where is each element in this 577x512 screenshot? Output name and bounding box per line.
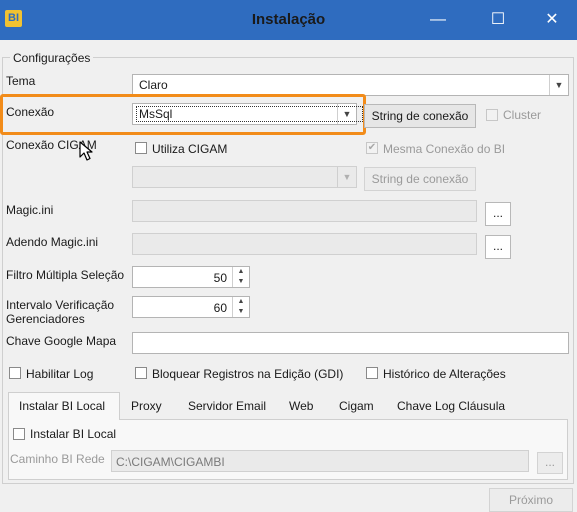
mesma-conexao-label: Mesma Conexão do BI bbox=[383, 142, 506, 156]
spin-down-icon[interactable]: ▼ bbox=[233, 307, 249, 317]
chevron-down-icon[interactable]: ▼ bbox=[549, 75, 568, 95]
instalar-bi-local-checkbox[interactable] bbox=[13, 428, 25, 440]
maximize-button[interactable]: ☐ bbox=[478, 6, 518, 34]
cluster-checkbox[interactable] bbox=[486, 109, 498, 121]
caminho-bi-rede-field[interactable]: C:\CIGAM\CIGAMBI bbox=[111, 450, 529, 472]
conexao-cigam-string-button[interactable]: String de conexão bbox=[364, 167, 476, 191]
next-button[interactable]: Próximo bbox=[489, 488, 573, 512]
conexao-label: Conexão bbox=[6, 105, 55, 119]
tab-web[interactable]: Web bbox=[289, 399, 313, 413]
habilitar-log-label: Habilitar Log bbox=[26, 367, 94, 381]
filtro-spinbox[interactable]: 50 ▲ ▼ bbox=[132, 266, 250, 288]
tema-combobox[interactable]: Claro ▼ bbox=[132, 74, 569, 96]
intervalo-spinbox[interactable]: 60 ▲ ▼ bbox=[132, 296, 250, 318]
tab-cigam[interactable]: Cigam bbox=[339, 399, 374, 413]
cluster-label: Cluster bbox=[503, 108, 542, 122]
filtro-value: 50 bbox=[213, 271, 227, 285]
close-button[interactable]: ✕ bbox=[532, 6, 572, 34]
chevron-down-icon[interactable]: ▼ bbox=[337, 167, 356, 187]
bloquear-registros-checkbox[interactable] bbox=[135, 367, 147, 379]
tema-label: Tema bbox=[6, 74, 36, 88]
chave-google-field[interactable] bbox=[132, 332, 569, 354]
tab-proxy[interactable]: Proxy bbox=[131, 399, 162, 413]
adendo-magic-field[interactable] bbox=[132, 233, 477, 255]
spin-up-icon[interactable]: ▲ bbox=[233, 267, 249, 277]
bloquear-registros-label: Bloquear Registros na Edição (GDI) bbox=[152, 367, 344, 381]
minimize-button[interactable]: — bbox=[418, 6, 458, 34]
spin-up-icon[interactable]: ▲ bbox=[233, 297, 249, 307]
mesma-conexao-checkbox[interactable]: ✔ bbox=[366, 142, 378, 154]
filtro-label: Filtro Múltipla Seleção bbox=[6, 268, 125, 282]
habilitar-log-checkbox[interactable] bbox=[9, 367, 21, 379]
conexao-value: MsSql bbox=[136, 106, 364, 122]
chave-google-label: Chave Google Mapa bbox=[6, 334, 117, 348]
conexao-combobox[interactable]: MsSql ▼ bbox=[132, 103, 364, 125]
tab-instalar-bi-local[interactable]: Instalar BI Local bbox=[19, 399, 105, 413]
magic-ini-label: Magic.ini bbox=[6, 203, 54, 217]
utiliza-cigam-label: Utiliza CIGAM bbox=[152, 142, 228, 156]
tab-servidor-email[interactable]: Servidor Email bbox=[188, 399, 266, 413]
historico-checkbox[interactable] bbox=[366, 367, 378, 379]
instalar-bi-local-label: Instalar BI Local bbox=[30, 427, 117, 441]
magic-ini-browse-button[interactable]: ... bbox=[485, 202, 511, 226]
intervalo-spin-buttons[interactable]: ▲ ▼ bbox=[232, 297, 249, 317]
magic-ini-field[interactable] bbox=[132, 200, 477, 222]
historico-label: Histórico de Alterações bbox=[383, 367, 506, 381]
adendo-magic-browse-button[interactable]: ... bbox=[485, 235, 511, 259]
group-legend: Configurações bbox=[10, 51, 94, 65]
mouse-cursor-icon bbox=[79, 141, 93, 161]
filtro-spin-buttons[interactable]: ▲ ▼ bbox=[232, 267, 249, 287]
chevron-down-icon[interactable]: ▼ bbox=[337, 104, 356, 124]
spin-down-icon[interactable]: ▼ bbox=[233, 277, 249, 287]
adendo-magic-label: Adendo Magic.ini bbox=[6, 235, 99, 249]
caminho-browse-button[interactable]: ... bbox=[537, 452, 563, 474]
tema-value: Claro bbox=[139, 78, 168, 92]
conexao-string-button[interactable]: String de conexão bbox=[364, 104, 476, 128]
caminho-bi-rede-label: Caminho BI Rede bbox=[10, 452, 105, 466]
utiliza-cigam-checkbox[interactable] bbox=[135, 142, 147, 154]
conexao-cigam-combobox[interactable]: ▼ bbox=[132, 166, 357, 188]
intervalo-label-line2: Gerenciadores bbox=[6, 312, 85, 326]
intervalo-label-line1: Intervalo Verificação bbox=[6, 298, 115, 312]
tab-chave-log-clausula[interactable]: Chave Log Cláusula bbox=[397, 399, 505, 413]
intervalo-value: 60 bbox=[213, 301, 227, 315]
